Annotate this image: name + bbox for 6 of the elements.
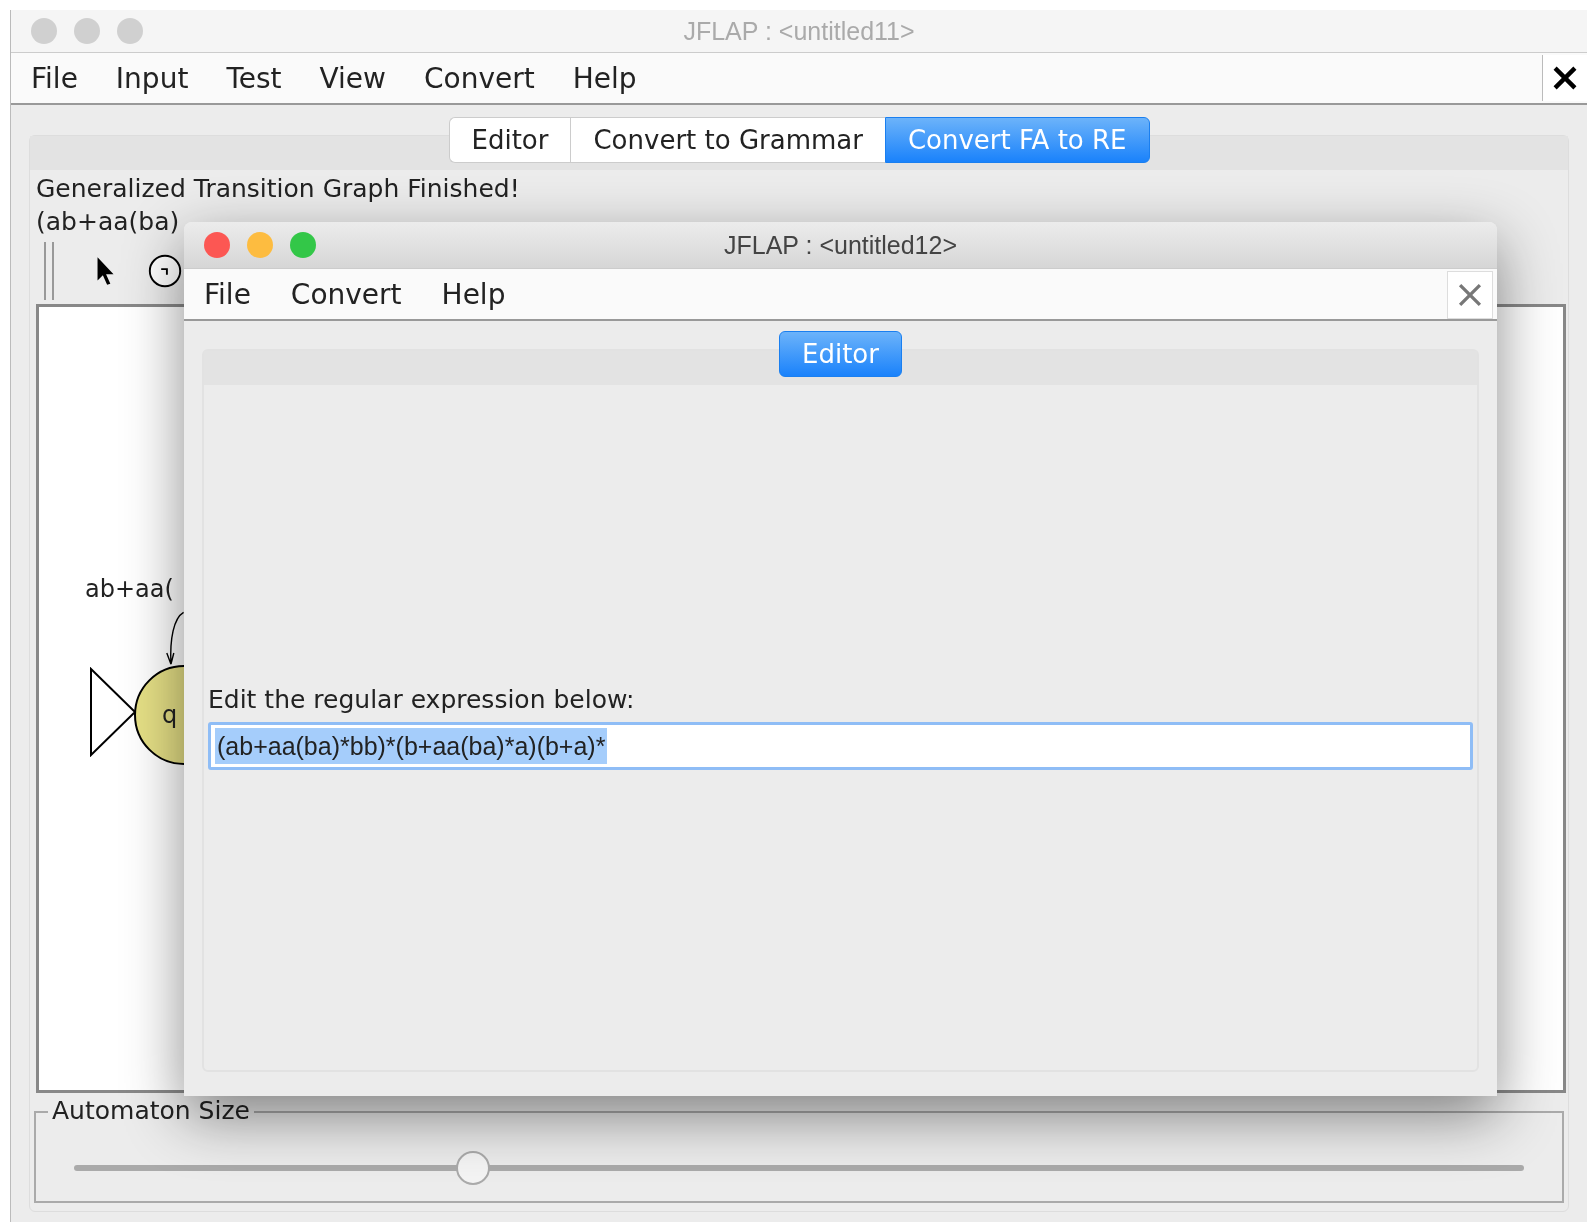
transition-label: ab+aa( <box>85 575 174 603</box>
window-title: JFLAP : <untitled12> <box>723 230 957 260</box>
regex-text: (ab+aa(ba) <box>35 206 181 238</box>
window-title: JFLAP : <untitled11> <box>683 16 915 46</box>
prompt-label: Edit the regular expression below: <box>208 685 636 714</box>
status-message: Generalized Transition Graph Finished! <box>35 173 521 205</box>
